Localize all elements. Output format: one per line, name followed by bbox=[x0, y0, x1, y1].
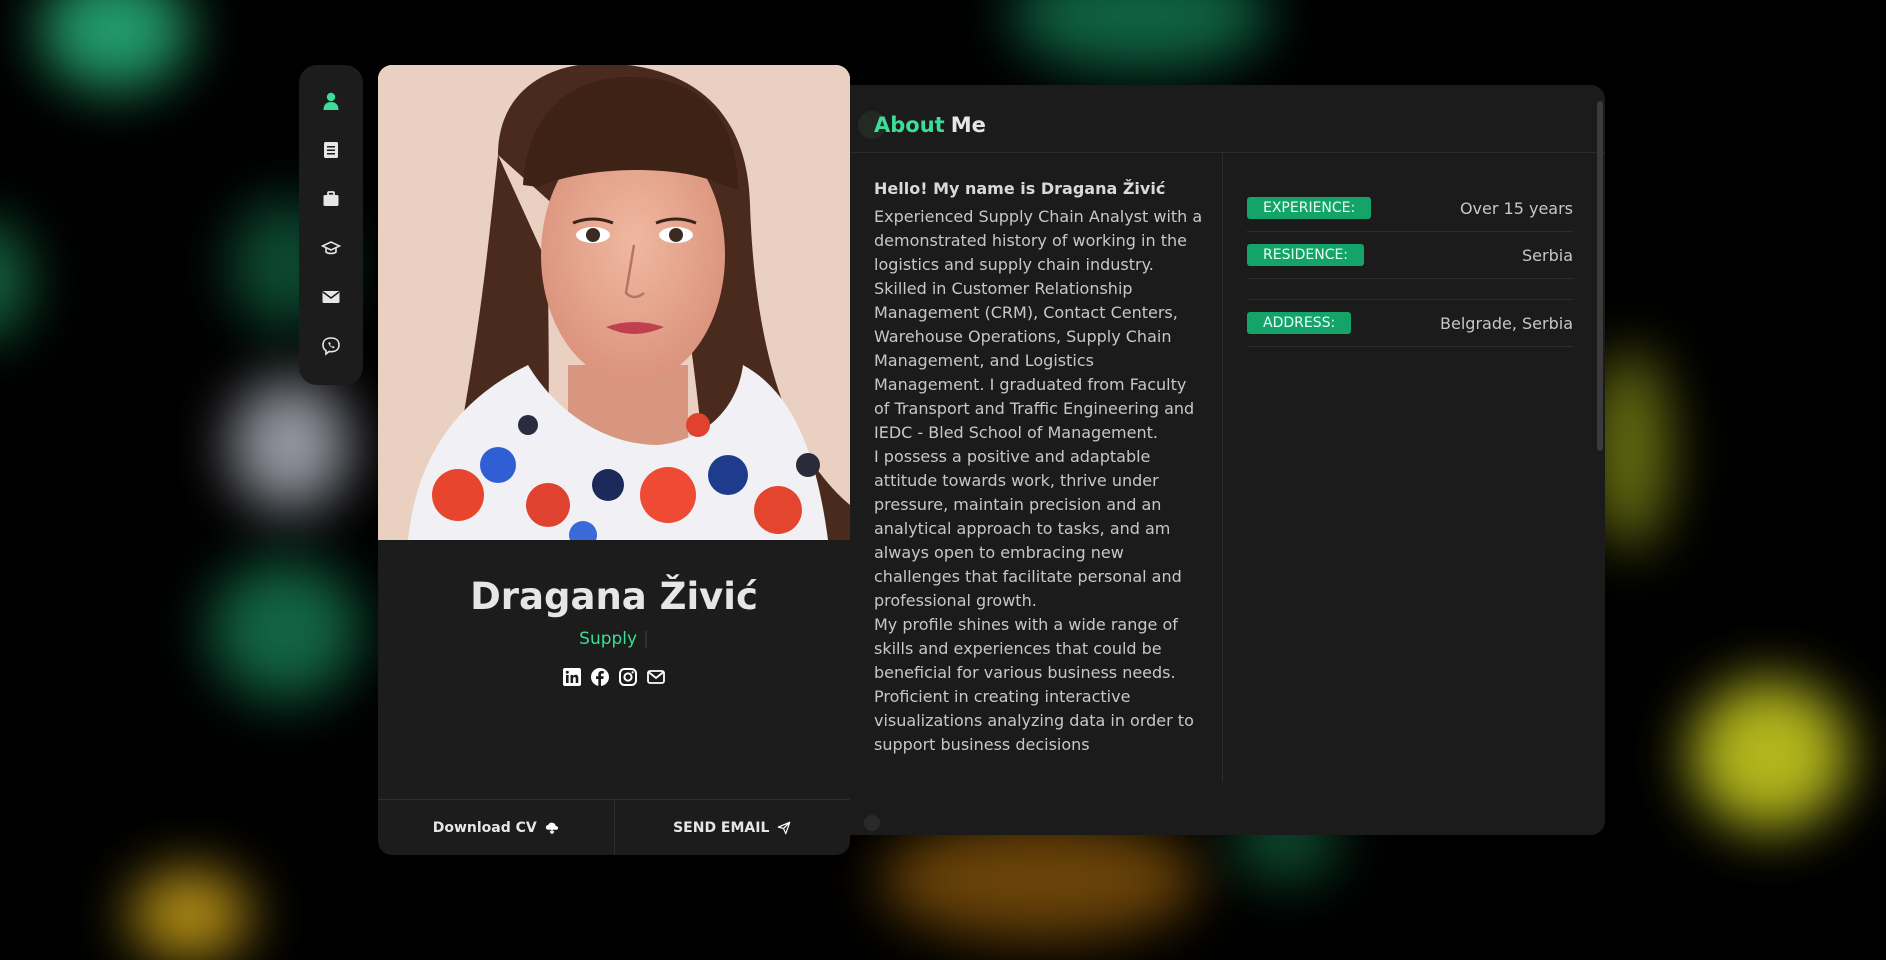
envelope-icon bbox=[322, 291, 340, 303]
graduation-cap-icon bbox=[321, 241, 341, 255]
info-address: ADDRESS: Belgrade, Serbia bbox=[1247, 300, 1573, 347]
about-title: About Me bbox=[874, 113, 986, 137]
bio-paragraph: My profile shines with a wide range of s… bbox=[874, 615, 1194, 754]
send-email-label: SEND EMAIL bbox=[673, 820, 770, 836]
linkedin-icon bbox=[563, 668, 581, 686]
typing-caret: | bbox=[643, 629, 649, 649]
email-icon bbox=[647, 670, 665, 684]
bio-greeting: Hello! My name is Dragana Živić bbox=[874, 179, 1166, 198]
bokeh-light bbox=[1010, 0, 1270, 70]
facebook-icon bbox=[591, 668, 609, 686]
info-value: Serbia bbox=[1522, 245, 1573, 265]
bokeh-light bbox=[130, 870, 250, 960]
viber-icon bbox=[322, 337, 340, 356]
about-header: About Me bbox=[850, 85, 1605, 153]
social-links bbox=[378, 667, 850, 687]
nav-about[interactable] bbox=[319, 89, 343, 113]
cloud-download-icon bbox=[545, 822, 558, 835]
title-rest: Me bbox=[950, 113, 986, 137]
send-email-button[interactable]: SEND EMAIL bbox=[613, 800, 851, 855]
bokeh-light bbox=[40, 0, 190, 90]
profile-role: Supply | bbox=[378, 629, 850, 649]
bio-paragraph: Experienced Supply Chain Analyst with a … bbox=[874, 207, 1203, 442]
info-list: EXPERIENCE: Over 15 years RESIDENCE: Ser… bbox=[1247, 185, 1573, 347]
profile-photo bbox=[378, 65, 850, 540]
nav-education[interactable] bbox=[319, 236, 343, 260]
instagram-icon bbox=[619, 668, 637, 686]
download-cv-label: Download CV bbox=[432, 820, 537, 836]
profile-card: Dragana Živić Supply | Download CV SEND E… bbox=[378, 65, 850, 855]
column-divider bbox=[1222, 152, 1223, 782]
portrait-image bbox=[378, 65, 850, 540]
bokeh-light bbox=[0, 220, 30, 340]
info-value: Over 15 years bbox=[1459, 198, 1573, 218]
title-accent: About bbox=[874, 113, 945, 137]
info-residence: RESIDENCE: Serbia bbox=[1247, 232, 1573, 279]
facebook-link[interactable] bbox=[590, 667, 610, 687]
panel-scrollbar[interactable] bbox=[1597, 101, 1603, 451]
cursor-indicator bbox=[864, 815, 880, 831]
nav-portfolio[interactable] bbox=[319, 187, 343, 211]
info-experience: EXPERIENCE: Over 15 years bbox=[1247, 185, 1573, 232]
bio-text: Hello! My name is Dragana Živić Experien… bbox=[874, 177, 1204, 757]
document-icon bbox=[324, 142, 338, 158]
bio-paragraph: I possess a positive and adaptable attit… bbox=[874, 447, 1182, 610]
bokeh-light bbox=[230, 380, 350, 510]
info-value: Belgrade, Serbia bbox=[1440, 313, 1573, 333]
about-panel: About Me Hello! My name is Dragana Živić … bbox=[850, 85, 1605, 835]
info-label: ADDRESS: bbox=[1247, 312, 1352, 334]
info-label: RESIDENCE: bbox=[1247, 244, 1365, 266]
download-cv-button[interactable]: Download CV bbox=[378, 800, 614, 855]
email-link[interactable] bbox=[646, 667, 666, 687]
profile-actions: Download CV SEND EMAIL bbox=[378, 799, 850, 855]
bokeh-light bbox=[1690, 680, 1850, 830]
info-spacer bbox=[1247, 279, 1573, 300]
bokeh-light bbox=[210, 560, 360, 700]
send-icon bbox=[778, 821, 791, 835]
instagram-link[interactable] bbox=[618, 667, 638, 687]
bokeh-light bbox=[880, 820, 1200, 940]
side-nav bbox=[299, 65, 363, 385]
info-label: EXPERIENCE: bbox=[1247, 197, 1372, 219]
nav-resume[interactable] bbox=[319, 138, 343, 162]
role-text: Supply bbox=[579, 629, 638, 649]
profile-name: Dragana Živić bbox=[470, 575, 758, 618]
nav-contact[interactable] bbox=[319, 285, 343, 309]
briefcase-icon bbox=[323, 191, 339, 206]
nav-viber[interactable] bbox=[319, 334, 343, 358]
linkedin-link[interactable] bbox=[562, 667, 582, 687]
user-icon bbox=[323, 92, 339, 110]
